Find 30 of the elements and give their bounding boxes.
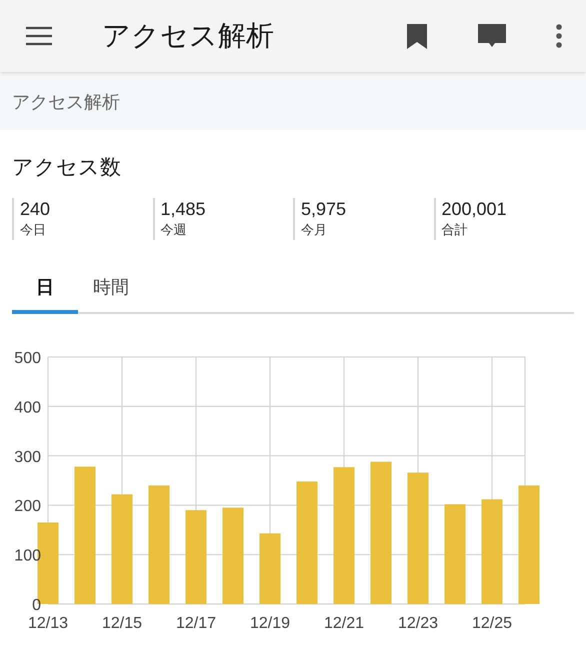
stat-label: 今月 (301, 220, 328, 238)
y-axis-label: 300 (14, 448, 41, 466)
y-axis-label: 0 (32, 596, 41, 614)
breadcrumb: アクセス解析 (12, 91, 120, 114)
stat-value: 5,975 (301, 198, 348, 220)
app-title: アクセス解析 (102, 19, 274, 53)
x-axis-label: 12/25 (472, 614, 512, 632)
section-title: アクセス数 (12, 155, 122, 181)
y-axis-label: 200 (14, 498, 41, 515)
x-axis-label: 12/19 (250, 614, 290, 632)
comment-icon[interactable] (478, 24, 506, 48)
stat-label: 今日 (20, 220, 47, 238)
bar (260, 532, 280, 604)
tab[interactable]: 時間 (78, 266, 144, 314)
bookmark-icon[interactable] (406, 24, 428, 48)
stat-label: 今週 (160, 220, 188, 238)
x-axis-label: 12/23 (398, 614, 438, 632)
stat-value: 240 (20, 198, 52, 220)
y-axis-label: 500 (14, 350, 41, 366)
x-axis-label: 12/13 (28, 614, 68, 632)
tab[interactable]: 日 (12, 266, 78, 314)
menu-icon[interactable] (24, 25, 54, 47)
stat-label: 合計 (442, 220, 468, 238)
stat-value: 200,001 (442, 198, 508, 220)
x-axis-label: 12/17 (176, 614, 216, 632)
x-axis-label: 12/21 (324, 614, 364, 632)
x-axis-label: 12/15 (102, 614, 142, 632)
more-icon[interactable] (556, 24, 562, 48)
y-axis-label: 400 (14, 398, 41, 416)
stat-value: 1,485 (160, 198, 207, 220)
